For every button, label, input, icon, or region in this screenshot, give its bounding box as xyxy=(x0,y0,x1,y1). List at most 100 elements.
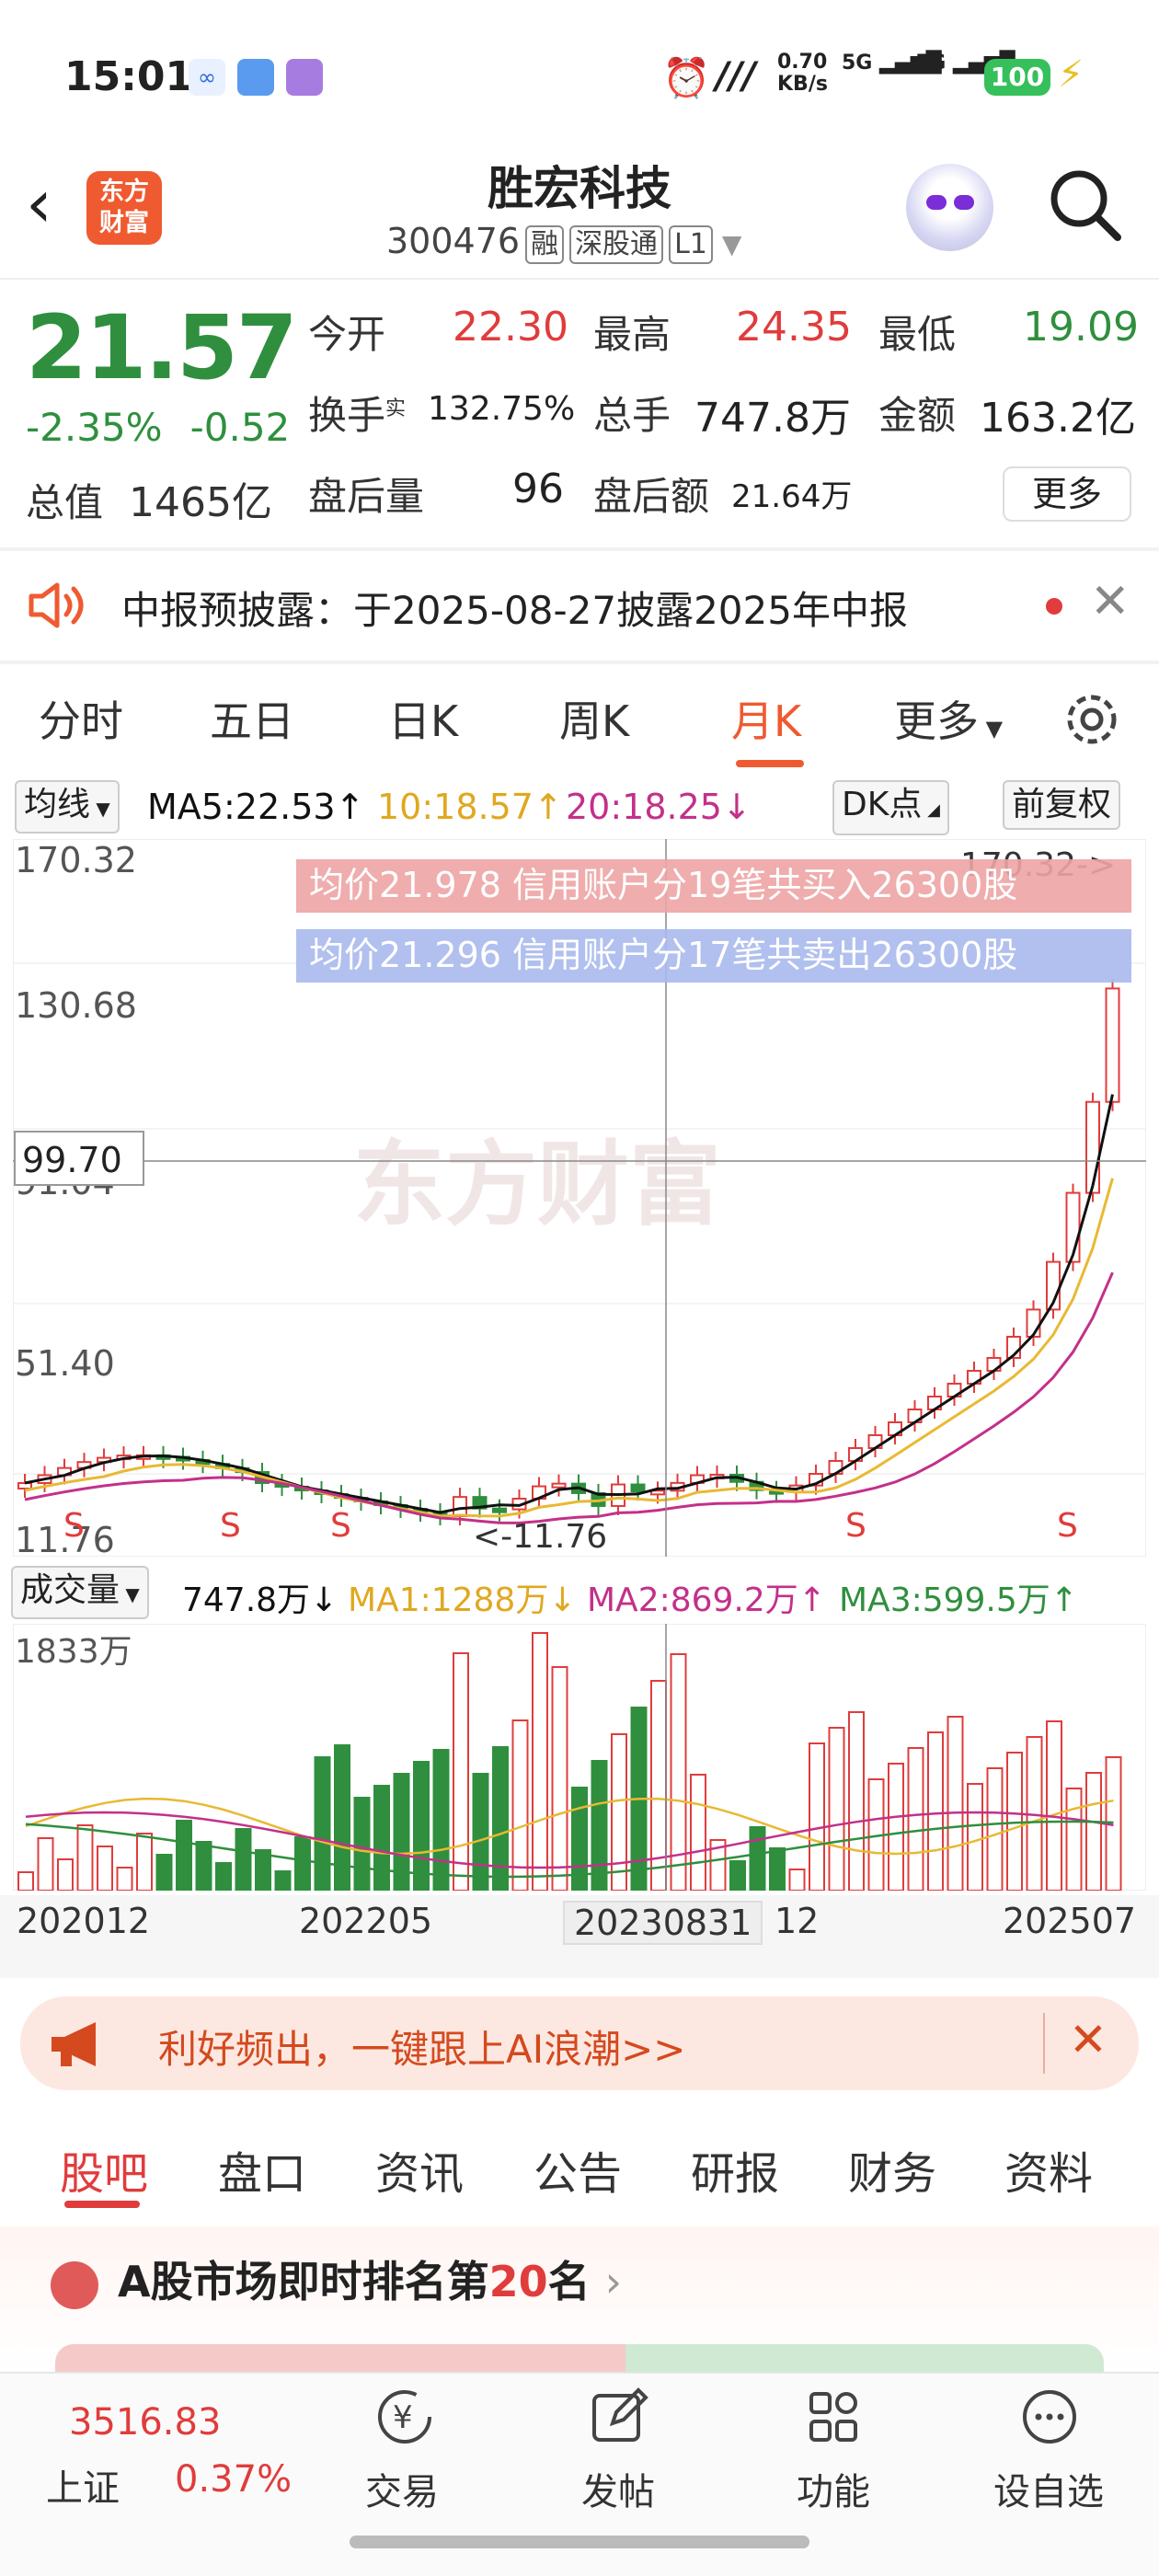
candle xyxy=(551,1482,567,1489)
status-time: 15:01 xyxy=(64,53,194,100)
open-label: 今开 xyxy=(308,312,386,357)
high-value: 24.35 xyxy=(736,304,852,351)
volume-bar xyxy=(195,1841,212,1891)
kline-chart[interactable]: 东方财富 170.32 130.68 91.04 51.40 11.76 99.… xyxy=(13,839,1146,1557)
buy-note: 均价21.978 信用账户分19笔共买入26300股 xyxy=(309,865,1017,905)
tab-weekly-k[interactable]: 周K xyxy=(559,688,629,749)
settings-gear-icon[interactable] xyxy=(1062,690,1121,749)
tab-intraday[interactable]: 分时 xyxy=(39,688,123,749)
tab-orderbook[interactable]: 盘口 xyxy=(218,2137,306,2202)
volume-bar xyxy=(235,1828,252,1891)
grid-icon xyxy=(809,2392,857,2442)
tab-monthly-k[interactable]: 月K xyxy=(731,688,801,749)
vol-ma3: MA3:599.5万↑ xyxy=(839,1581,1078,1619)
nfc-icon: /// xyxy=(716,55,756,98)
candle xyxy=(492,1507,507,1513)
index-value[interactable]: 3516.83 xyxy=(69,2401,221,2444)
ma-type-select[interactable]: 均线 ▼ xyxy=(15,780,120,834)
charging-icon: ⚡ xyxy=(1058,53,1084,96)
volume-value: 747.8万↓ xyxy=(182,1581,339,1619)
volume-bar xyxy=(116,1867,133,1891)
volume-bar xyxy=(136,1833,153,1891)
volume-bar xyxy=(947,1716,964,1891)
adjust-select[interactable]: 前复权 xyxy=(1003,780,1121,830)
banner-divider xyxy=(1043,2013,1045,2074)
volume-value: 747.8万 xyxy=(694,395,851,442)
x-label-0: 202012 xyxy=(17,1901,151,1941)
tab-finance[interactable]: 财务 xyxy=(848,2137,936,2202)
megaphone-icon xyxy=(52,2022,96,2066)
notice-bar[interactable]: 中报预披露：于2025-08-27披露2025年中报 xyxy=(0,552,1159,658)
volume-bar xyxy=(551,1666,568,1891)
volume-bar xyxy=(37,1837,54,1891)
dk-point-button[interactable]: DK点 ◢ xyxy=(832,780,949,835)
tab-five-day[interactable]: 五日 xyxy=(210,688,294,749)
tab-research[interactable]: 研报 xyxy=(691,2137,779,2202)
candle xyxy=(630,1483,646,1493)
rank-text: A股市场即时排名第20名 › xyxy=(118,2257,623,2306)
alarm-icon: ⏰ xyxy=(662,55,711,100)
index-name[interactable]: 上证 xyxy=(46,2458,120,2512)
x-label-1: 202205 xyxy=(299,1901,433,1941)
ranking-chart-icon xyxy=(51,2261,98,2309)
yen-icon: ¥ xyxy=(378,2390,431,2444)
volume-indicator-bar: 成交量 ▼ 747.8万↓ MA1:1288万↓ MA2:869.2万↑ MA3… xyxy=(0,1564,1159,1619)
volume-bar xyxy=(1085,1772,1102,1891)
volume-bar xyxy=(888,1763,904,1891)
close-notice-icon[interactable]: ✕ xyxy=(1090,578,1130,626)
sell-signal-mark: S xyxy=(845,1507,866,1545)
rank-card[interactable]: A股市场即时排名第20名 › xyxy=(0,2226,1159,2381)
volume-bar xyxy=(432,1749,450,1891)
volume-bar xyxy=(1065,1788,1083,1891)
volume-bar xyxy=(769,1847,786,1891)
tab-profile[interactable]: 资料 xyxy=(1004,2137,1093,2202)
volume-bar xyxy=(294,1836,311,1891)
low-marker: <-11.76 xyxy=(473,1518,607,1556)
app-icon xyxy=(286,59,323,96)
volume-bar xyxy=(749,1826,766,1891)
volume-bar xyxy=(848,1711,865,1891)
more-button[interactable]: 更多 xyxy=(1003,466,1131,522)
volume-chart[interactable]: 1833万 xyxy=(13,1624,1146,1891)
tab-forum[interactable]: 股吧 xyxy=(60,2137,148,2202)
crosshair-price: 99.70 xyxy=(22,1140,122,1180)
ma20-value: 20:18.25↓ xyxy=(566,787,752,827)
after-volume-value: 96 xyxy=(512,466,564,512)
tab-announcements[interactable]: 公告 xyxy=(534,2137,622,2202)
search-icon[interactable] xyxy=(1044,164,1127,247)
net-speed: 0.70 KB/s xyxy=(777,51,828,96)
amount-value: 163.2亿 xyxy=(980,395,1136,442)
candle xyxy=(1105,987,1120,1103)
volume-label: 总手 xyxy=(593,393,671,438)
sell-signal-mark: S xyxy=(63,1507,85,1545)
volume-bar xyxy=(413,1761,430,1891)
promo-banner[interactable]: 利好频出，一键跟上AI浪潮>> ✕ xyxy=(20,1996,1139,2090)
stock-code-row[interactable]: 300476 融深股通 L1 ▼ xyxy=(386,221,741,264)
volume-bar xyxy=(690,1774,706,1891)
ma-indicator-bar: 均线 ▼ MA5:22.53↑ 10:18.57↑ 20:18.25↓ DK点 … xyxy=(0,777,1159,835)
volume-select[interactable]: 成交量 ▼ xyxy=(11,1566,149,1619)
volume-bar xyxy=(611,1733,627,1891)
assistant-avatar[interactable] xyxy=(906,164,993,251)
tab-daily-k[interactable]: 日K xyxy=(388,688,458,749)
volume-bar xyxy=(828,1727,845,1891)
sell-signal-mark: S xyxy=(220,1507,241,1545)
volume-bar xyxy=(927,1731,944,1891)
volume-bar xyxy=(472,1773,489,1891)
tag-level: L1 xyxy=(669,225,713,264)
y-label-3: 51.40 xyxy=(15,1343,115,1384)
open-value: 22.30 xyxy=(453,304,568,351)
index-change[interactable]: 0.37% xyxy=(175,2458,292,2501)
speaker-icon xyxy=(29,582,84,628)
candle xyxy=(453,1496,467,1517)
volume-bar xyxy=(511,1719,529,1891)
turnover-label: 换手实 xyxy=(308,393,407,438)
tab-news[interactable]: 资讯 xyxy=(375,2137,464,2202)
volume-bar xyxy=(1046,1720,1062,1891)
tab-more[interactable]: 更多 ▼ xyxy=(894,688,1003,749)
after-volume-label: 盘后量 xyxy=(308,474,425,519)
volume-bar xyxy=(353,1797,371,1891)
volume-bar xyxy=(788,1869,806,1891)
volume-bar xyxy=(215,1862,232,1891)
close-banner-icon[interactable]: ✕ xyxy=(1069,2013,1107,2066)
